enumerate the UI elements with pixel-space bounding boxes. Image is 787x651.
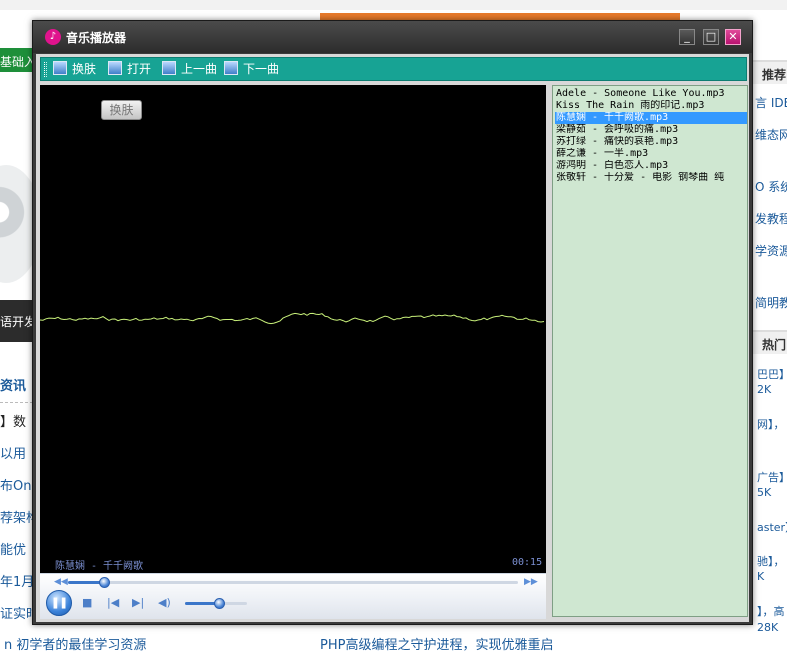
playlist-item[interactable]: 陈慧娴 - 千千阙歌.mp3 (555, 112, 747, 124)
right-hot-item[interactable]: 网】， (757, 416, 785, 432)
playlist-item[interactable]: Kiss The Rain 雨的印记.mp3 (555, 100, 747, 112)
maximize-button[interactable]: □ (703, 29, 719, 45)
right-hot-item[interactable]: 巴巴】 (757, 366, 787, 382)
right-hot-item[interactable]: 】，高 (757, 603, 785, 619)
stop-button[interactable]: ■ (82, 596, 92, 609)
image-icon (108, 61, 122, 75)
right-hot-item[interactable]: 驰】， (757, 553, 785, 569)
playlist-item[interactable]: 张敬轩 - 十分爱 - 电影 钢琴曲 纯 (555, 172, 747, 184)
now-playing-title: 陈慧娴 - 千千阙歌 (55, 561, 144, 572)
previous-track-button[interactable]: |◀ (107, 596, 119, 609)
bottom-article-link[interactable]: PHP高级编程之守护进程，实现优雅重启 (320, 634, 553, 651)
right-hot-item[interactable]: aster】 (757, 519, 787, 535)
image-icon (162, 61, 176, 75)
playback-controls: ◀◀ ▶▶ ❚❚ ■ |◀ ▶| ◀) (40, 573, 546, 619)
toolbar-next-button[interactable]: 下一曲 (224, 61, 279, 78)
fast-forward-icon[interactable]: ▶▶ (524, 577, 538, 587)
right-sidebar-link[interactable]: 维态网 (755, 126, 787, 143)
waveform (40, 312, 545, 325)
playlist-item[interactable]: Adele - Someone Like You.mp3 (555, 88, 747, 100)
toolbar: 换肤 打开 上一曲 下一曲 (40, 57, 747, 81)
seek-bar-thumb[interactable] (99, 577, 110, 588)
toolbar-open-button[interactable]: 打开 (108, 61, 151, 78)
toolbar-previous-label: 上一曲 (181, 62, 218, 76)
window-titlebar[interactable]: ♪ 音乐播放器 _ □ ✕ (33, 21, 752, 53)
right-sidebar-link[interactable]: 简明教 (755, 294, 787, 311)
image-icon (224, 61, 238, 75)
right-hot-count: K (757, 570, 765, 583)
toolbar-grip-handle[interactable] (44, 62, 47, 77)
player-body: 换肤 打开 上一曲 下一曲 换肤 陈慧娴 - 千千阙歌 00:15 ◀◀ ▶▶ … (36, 54, 749, 622)
volume-slider[interactable] (185, 598, 247, 609)
toolbar-next-label: 下一曲 (243, 62, 280, 76)
image-icon (53, 61, 67, 75)
rewind-icon[interactable]: ◀◀ (54, 577, 68, 587)
bottom-left-link[interactable]: n 初学者的最佳学习资源 (4, 634, 146, 651)
visualizer-panel: 换肤 陈慧娴 - 千千阙歌 00:15 (40, 85, 546, 573)
right-sidebar-heading: 推荐 (752, 60, 787, 84)
right-hot-count: 28K (757, 621, 779, 634)
toolbar-open-label: 打开 (127, 62, 152, 76)
pause-button[interactable]: ❚❚ (46, 590, 72, 616)
right-sidebar-link[interactable]: 学资源 (755, 242, 787, 259)
playlist-item[interactable]: 梁静茹 - 会呼吸的痛.mp3 (555, 124, 747, 136)
right-sidebar-link[interactable]: O 系统 (755, 178, 787, 195)
toolbar-skin-button[interactable]: 换肤 (53, 61, 96, 78)
right-sidebar-link[interactable]: 发教程 (755, 210, 787, 227)
toolbar-previous-button[interactable]: 上一曲 (162, 61, 217, 78)
playlist-item[interactable]: 游鸿明 - 白色恋人.mp3 (555, 160, 747, 172)
volume-icon[interactable]: ◀) (158, 596, 171, 609)
playlist-panel: Adele - Someone Like You.mp3 Kiss The Rai… (552, 85, 748, 617)
page-top-strip (0, 0, 787, 10)
window-title: 音乐播放器 (66, 31, 127, 45)
seek-bar[interactable] (68, 577, 518, 588)
skin-button[interactable]: 换肤 (101, 100, 142, 120)
elapsed-time: 00:15 (512, 557, 543, 568)
playlist-item[interactable]: 薛之谦 - 一半.mp3 (555, 148, 747, 160)
right-hot-count: 2K (757, 383, 772, 396)
toolbar-skin-label: 换肤 (72, 62, 97, 76)
volume-slider-thumb[interactable] (214, 598, 226, 609)
right-hot-count: 5K (757, 486, 772, 499)
right-sidebar-heading: 热门 (752, 330, 787, 354)
music-note-icon: ♪ (45, 29, 61, 45)
close-button[interactable]: ✕ (725, 29, 741, 45)
music-player-window: ♪ 音乐播放器 _ □ ✕ 换肤 打开 上一曲 下一曲 换肤 陈慧娴 - 千千阙… (32, 20, 753, 625)
playlist-item[interactable]: 苏打绿 - 痛快的哀艳.mp3 (555, 136, 747, 148)
next-track-button[interactable]: ▶| (132, 596, 144, 609)
right-hot-item[interactable]: 广告】 (757, 469, 787, 485)
right-sidebar-link[interactable]: 言 IDE (755, 94, 787, 111)
minimize-button[interactable]: _ (679, 29, 695, 45)
